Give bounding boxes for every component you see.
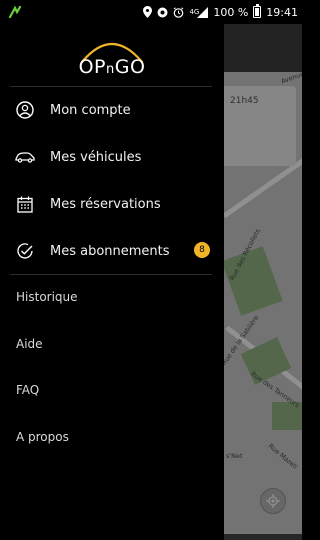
menu-item-mes-reservations[interactable]: Mes réservations — [0, 181, 224, 227]
menu-item-label: Mes réservations — [50, 196, 161, 212]
alarm-icon — [173, 6, 184, 18]
menu-item-mon-compte[interactable]: Mon compte — [0, 87, 224, 133]
battery-percentage: 100 % — [213, 5, 249, 19]
menu-item-label: Mes véhicules — [50, 149, 142, 165]
menu-item-aide[interactable]: Aide — [0, 321, 224, 367]
do-not-disturb-icon — [157, 7, 168, 18]
navigation-drawer: OPnGO Mon compte Mes véhicules Mes réser… — [0, 24, 224, 540]
status-bar: 4G 100 % 19:41 — [0, 0, 302, 24]
menu-item-label: Mon compte — [50, 102, 131, 118]
battery-icon — [253, 4, 262, 18]
menu-item-label: Mes abonnements — [50, 243, 170, 259]
menu-item-mes-vehicules[interactable]: Mes véhicules — [0, 134, 224, 180]
menu-item-faq[interactable]: FAQ — [0, 367, 224, 413]
menu-item-mes-abonnements[interactable]: Mes abonnements 8 — [0, 228, 224, 274]
app-notification-icon — [8, 5, 22, 19]
clock: 19:41 — [266, 5, 298, 19]
drawer-scrim[interactable] — [224, 24, 302, 540]
user-circle-icon — [14, 99, 36, 121]
opngo-logo: OPnGO — [64, 34, 160, 90]
location-icon — [143, 6, 153, 18]
menu-item-historique[interactable]: Historique — [0, 274, 224, 320]
car-icon — [14, 146, 36, 168]
subscriptions-badge: 8 — [194, 242, 210, 258]
calendar-icon — [14, 193, 36, 215]
signal-icon: 4G — [189, 6, 209, 18]
logo-text: OPnGO — [78, 56, 146, 78]
check-circle-icon — [14, 240, 36, 262]
menu-item-a-propos[interactable]: A propos — [0, 414, 224, 460]
